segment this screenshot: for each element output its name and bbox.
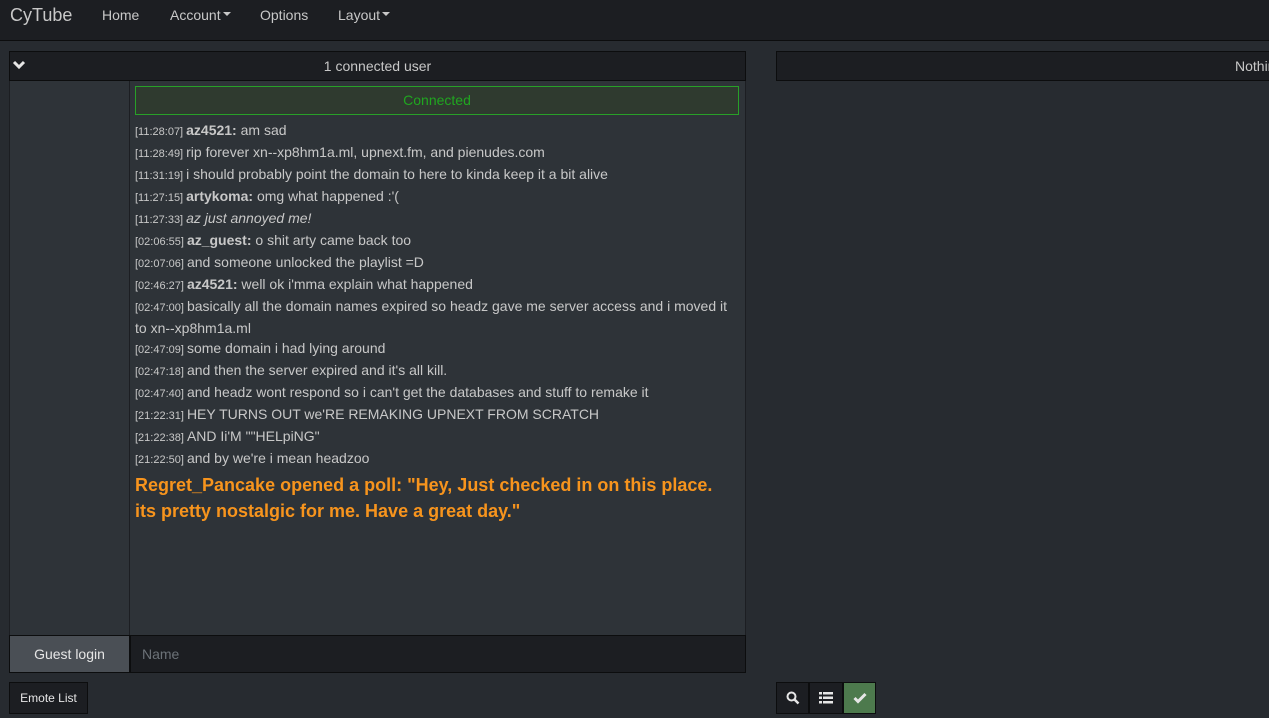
list-icon: [819, 692, 833, 704]
message-timestamp: [21:22:50]: [135, 454, 184, 466]
chat-message: [21:22:31] HEY TURNS OUT we'RE REMAKING U…: [135, 404, 735, 426]
message-username[interactable]: az_guest:: [187, 232, 252, 248]
name-input[interactable]: [130, 635, 746, 673]
message-timestamp: [02:47:40]: [135, 388, 184, 400]
chat-buffer[interactable]: Connected [11:28:07] az4521: am sad [11:28…: [130, 81, 746, 636]
message-text: HEY TURNS OUT we'RE REMAKING UPNEXT FROM…: [186, 406, 600, 422]
message-timestamp: [02:47:09]: [135, 344, 184, 356]
message-text: some domain i had lying around: [186, 340, 386, 356]
message-timestamp: [02:46:27]: [135, 280, 184, 292]
vote-skip-button[interactable]: [843, 682, 876, 714]
message-text: o shit arty came back too: [255, 232, 412, 248]
message-list: [11:28:07] az4521: am sad [11:28:49] rip fo…: [135, 120, 735, 524]
message-username[interactable]: az4521:: [186, 122, 237, 138]
message-username[interactable]: artykoma:: [186, 188, 253, 204]
connection-status: Connected: [135, 86, 739, 115]
user-list: [9, 81, 130, 636]
message-text: basically all the domain names expired s…: [135, 298, 727, 336]
chat-message: [02:06:55] az_guest: o shit arty came bac…: [135, 230, 735, 252]
chat-message: [02:47:40] and headz wont respond so i ca…: [135, 382, 735, 404]
brand-logo[interactable]: CyTube: [10, 5, 72, 26]
message-timestamp: [11:28:07]: [135, 126, 184, 138]
chat-message: [02:47:00] basically all the domain names…: [135, 296, 735, 338]
search-icon: [786, 691, 799, 705]
message-timestamp: [21:22:38]: [135, 432, 184, 444]
emote-list-button[interactable]: Emote List: [9, 682, 88, 714]
playlist-button[interactable]: [809, 682, 843, 714]
message-timestamp: [11:31:19]: [135, 170, 184, 182]
message-text: well ok i'mma explain what happened: [241, 276, 473, 292]
chat-message: [02:46:27] az4521: well ok i'mma explain …: [135, 274, 735, 296]
message-timestamp: [11:27:33]: [135, 214, 184, 226]
message-text: rip forever xn--xp8hm1a.ml, upnext.fm, a…: [186, 144, 545, 160]
message-text: az just annoyed me!: [186, 210, 312, 226]
nav-account-label: Account: [170, 7, 221, 23]
chat-message: [02:47:18] and then the server expired an…: [135, 360, 735, 382]
chat-message: [02:47:09] some domain i had lying around: [135, 338, 735, 360]
now-playing-title: Nothing Playing: [1235, 58, 1269, 74]
chat-message: [11:27:33] az just annoyed me!: [135, 208, 735, 230]
caret-down-icon: [222, 12, 231, 17]
user-count[interactable]: 1 connected user: [10, 58, 745, 74]
message-text: and then the server expired and it's all…: [186, 362, 448, 378]
message-timestamp: [02:47:18]: [135, 366, 184, 378]
chat-message: [21:22:50] and by we're i mean headzoo: [135, 448, 735, 470]
chat-header: 1 connected user: [9, 51, 746, 81]
caret-down-icon: [382, 12, 391, 17]
nav-account[interactable]: Account: [170, 7, 231, 23]
nav-layout-label: Layout: [338, 7, 381, 23]
message-text: AND Ii'M ""HELpiNG": [186, 428, 320, 444]
message-timestamp: [02:06:55]: [135, 236, 184, 248]
chat-message: [11:27:15] artykoma: omg what happened :'…: [135, 186, 735, 208]
message-timestamp: [02:07:06]: [135, 258, 184, 270]
message-username[interactable]: az4521:: [187, 276, 238, 292]
chat-message: [02:07:06] and someone unlocked the playl…: [135, 252, 735, 274]
nav-layout[interactable]: Layout: [338, 7, 391, 23]
nav-options[interactable]: Options: [260, 7, 308, 23]
poll-notice: Regret_Pancake opened a poll: "Hey, Just…: [135, 475, 713, 521]
check-icon: [852, 692, 867, 704]
guest-login-button[interactable]: Guest login: [9, 635, 130, 673]
message-timestamp: [11:27:15]: [135, 192, 184, 204]
message-text: am sad: [240, 122, 287, 138]
message-text: and someone unlocked the playlist =D: [186, 254, 424, 270]
nav-home[interactable]: Home: [102, 7, 139, 23]
chat-message: [11:28:07] az4521: am sad: [135, 120, 735, 142]
message-timestamp: [02:47:00]: [135, 302, 184, 314]
message-text: i should probably point the domain to he…: [186, 166, 608, 182]
video-header: Nothing Playing: [776, 51, 1269, 81]
chat-message: [21:22:38] AND Ii'M ""HELpiNG": [135, 426, 735, 448]
chat-message: [11:31:19] i should probably point the do…: [135, 164, 735, 186]
message-text: omg what happened :'(: [256, 188, 399, 204]
message-timestamp: [21:22:31]: [135, 410, 184, 422]
navbar: CyTube Home Account Options Layout: [0, 0, 1269, 41]
message-text: and headz wont respond so i can't get th…: [186, 384, 649, 400]
message-timestamp: [11:28:49]: [135, 148, 184, 160]
chat-message: [11:28:49] rip forever xn--xp8hm1a.ml, up…: [135, 142, 735, 164]
message-text: and by we're i mean headzoo: [186, 450, 370, 466]
search-button[interactable]: [776, 682, 809, 714]
